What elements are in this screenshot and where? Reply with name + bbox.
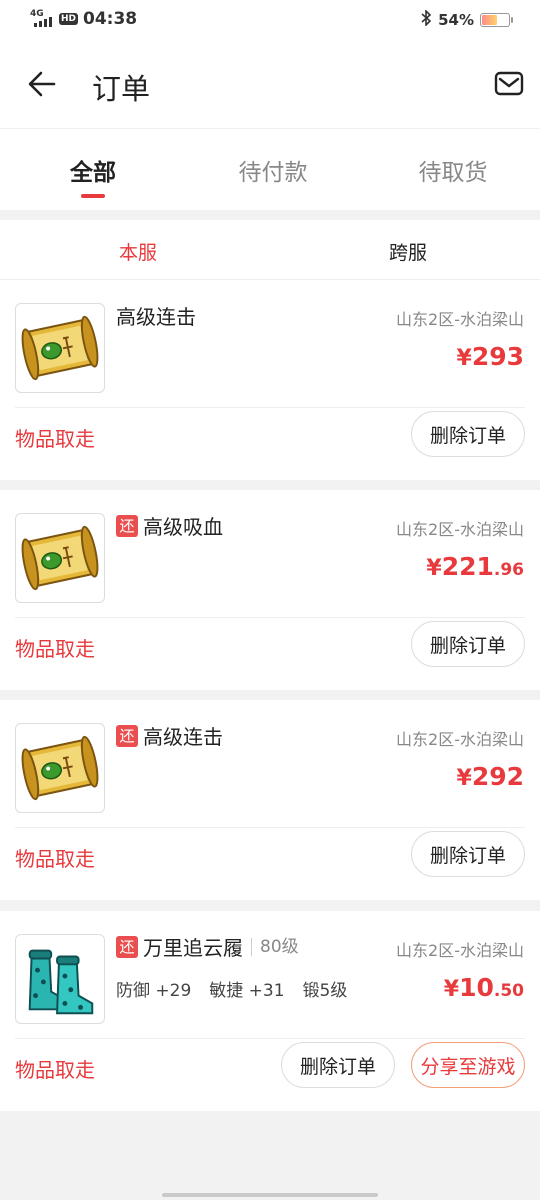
price: ¥10.50 [443, 973, 524, 1002]
order-status: 物品取走 [15, 427, 95, 451]
item-attributes: 防御 +29 敏捷 +31 锻5级 [116, 976, 347, 1001]
item-name: 高级吸血 [143, 515, 223, 539]
page-title: 订单 [92, 72, 151, 106]
home-indicator[interactable] [162, 1193, 378, 1197]
order-card[interactable]: 还 高级连击 山东2区-水泊梁山 ¥292 物品取走 删除订单 [0, 700, 540, 900]
divider [15, 617, 525, 618]
mail-icon [494, 71, 524, 96]
scroll-icon [15, 513, 105, 603]
item-level: 80级 [251, 937, 299, 956]
app-header: 订单 [0, 40, 540, 128]
subtab-local-server[interactable]: 本服 [78, 238, 198, 265]
attr-agility: 敏捷 +31 [209, 981, 285, 1001]
tab-pending-payment[interactable]: 待付款 [213, 153, 333, 187]
divider [15, 827, 525, 828]
tab-pending-pickup[interactable]: 待取货 [393, 153, 513, 187]
divider [15, 407, 525, 408]
scroll-icon [15, 723, 105, 813]
back-button[interactable] [24, 66, 60, 102]
share-to-game-button[interactable]: 分享至游戏 [411, 1042, 525, 1088]
item-name: 高级连击 [116, 305, 196, 329]
battery-icon [480, 13, 513, 27]
price: ¥293 [456, 342, 525, 371]
server-scope-tabs: 本服 跨服 [0, 220, 540, 280]
scroll-icon [15, 303, 105, 393]
refund-badge: 还 [116, 724, 138, 747]
delete-order-button[interactable]: 删除订单 [281, 1042, 395, 1088]
battery-percent: 54% [438, 11, 474, 29]
order-card[interactable]: 还 万里追云履 80级 防御 +29 敏捷 +31 锻5级 山东2区-水泊梁山 … [0, 911, 540, 1111]
order-card[interactable]: 高级连击 山东2区-水泊梁山 ¥293 物品取走 删除订单 [0, 280, 540, 480]
subtab-cross-server[interactable]: 跨服 [348, 238, 468, 265]
active-tab-indicator [81, 194, 105, 198]
refund-badge: 还 [116, 935, 138, 958]
order-status: 物品取走 [15, 637, 95, 661]
attr-forge-level: 锻5级 [302, 981, 348, 1001]
attr-defense: 防御 +29 [116, 981, 192, 1001]
order-card[interactable]: 还 高级吸血 山东2区-水泊梁山 ¥221.96 物品取走 删除订单 [0, 490, 540, 690]
order-status: 物品取走 [15, 847, 95, 871]
mail-button[interactable] [494, 68, 524, 98]
refund-badge: 还 [116, 514, 138, 537]
server-name: 山东2区-水泊梁山 [396, 310, 524, 329]
boots-icon [15, 934, 105, 1024]
item-name: 高级连击 [143, 725, 223, 749]
order-status-tabs: 全部 待付款 待取货 [0, 128, 540, 210]
clock: 04:38 [83, 9, 138, 29]
back-arrow-icon [28, 71, 56, 97]
status-bar: 4G HD 04:38 54% [0, 0, 540, 40]
divider [15, 1038, 525, 1039]
server-name: 山东2区-水泊梁山 [396, 730, 524, 749]
order-status: 物品取走 [15, 1058, 95, 1082]
price: ¥221.96 [426, 552, 524, 581]
signal-icon: 4G [30, 9, 56, 29]
delete-order-button[interactable]: 删除订单 [411, 411, 525, 457]
tab-all[interactable]: 全部 [33, 153, 153, 187]
hd-indicator: HD [59, 13, 79, 25]
item-name: 万里追云履 [143, 936, 243, 960]
bluetooth-icon [420, 9, 432, 30]
delete-order-button[interactable]: 删除订单 [411, 621, 525, 667]
server-name: 山东2区-水泊梁山 [396, 520, 524, 539]
server-name: 山东2区-水泊梁山 [396, 941, 524, 960]
price: ¥292 [456, 762, 525, 791]
delete-order-button[interactable]: 删除订单 [411, 831, 525, 877]
